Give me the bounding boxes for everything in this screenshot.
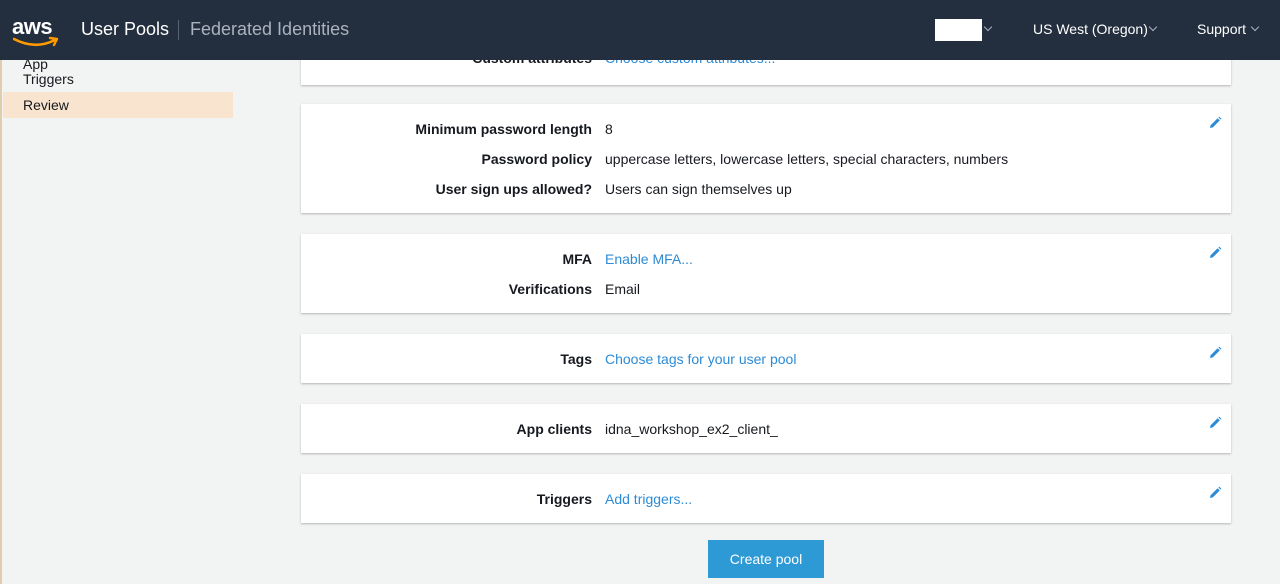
policies-card: Minimum password length 8 Password polic… — [301, 104, 1231, 213]
app-clients-row: App clients idna_workshop_ex2_client_ — [301, 421, 1231, 441]
pencil-edit-icon[interactable] — [1208, 116, 1222, 130]
app-clients-card: App clients idna_workshop_ex2_client_ — [301, 404, 1231, 453]
policy-value: uppercase letters, lowercase letters, sp… — [605, 151, 1009, 167]
chevron-down-icon — [1250, 22, 1260, 32]
create-pool-button[interactable]: Create pool — [708, 540, 824, 578]
tags-row: Tags Choose tags for your user pool — [301, 351, 1231, 371]
sidebar-item-label: Triggers — [23, 71, 74, 87]
policy-row: Password policy uppercase letters, lower… — [301, 151, 1231, 171]
policy-value: 8 — [605, 121, 613, 137]
nav-user-pools[interactable]: User Pools — [81, 19, 169, 40]
pencil-edit-icon[interactable] — [1208, 486, 1222, 500]
add-triggers-link[interactable]: Add triggers... — [605, 491, 692, 507]
verifications-row: Verifications Email — [301, 281, 1231, 301]
account-menu[interactable] — [935, 19, 982, 41]
triggers-card: Triggers Add triggers... — [301, 474, 1231, 523]
policy-label: User sign ups allowed? — [435, 181, 592, 197]
sidebar-item-label: Review — [23, 97, 69, 113]
verifications-label: Verifications — [508, 281, 592, 297]
support-menu[interactable]: Support — [1197, 21, 1246, 37]
enable-mfa-link[interactable]: Enable MFA... — [605, 251, 693, 267]
top-nav: aws User Pools Federated Identities US W… — [0, 0, 1280, 60]
mfa-card: MFA Enable MFA... Verifications Email — [301, 234, 1231, 313]
app-clients-label: App clients — [516, 421, 592, 437]
triggers-row: Triggers Add triggers... — [301, 491, 1231, 511]
pencil-edit-icon[interactable] — [1208, 346, 1222, 360]
policy-row: Minimum password length 8 — [301, 121, 1231, 141]
policy-value: Users can sign themselves up — [605, 181, 792, 197]
aws-logo[interactable]: aws — [12, 14, 62, 48]
policy-row: User sign ups allowed? Users can sign th… — [301, 181, 1231, 201]
chevron-down-icon — [1148, 22, 1158, 32]
sidebar-item-review[interactable]: Review — [3, 92, 233, 118]
tags-label: Tags — [560, 351, 592, 367]
region-selector[interactable]: US West (Oregon) — [1033, 21, 1148, 37]
policy-label: Minimum password length — [415, 121, 592, 137]
pencil-edit-icon[interactable] — [1208, 416, 1222, 430]
verifications-value: Email — [605, 281, 641, 297]
app-clients-value: idna_workshop_ex2_client_ — [605, 421, 778, 437]
mfa-row: MFA Enable MFA... — [301, 251, 1231, 271]
sidebar — [0, 60, 240, 584]
aws-smile-icon — [13, 36, 59, 47]
sidebar-item-triggers[interactable]: Triggers — [3, 66, 233, 92]
policy-label: Password policy — [481, 151, 592, 167]
nav-divider — [178, 20, 179, 40]
tags-card: Tags Choose tags for your user pool — [301, 334, 1231, 383]
triggers-label: Triggers — [536, 491, 592, 507]
choose-tags-link[interactable]: Choose tags for your user pool — [605, 351, 796, 367]
chevron-down-icon — [983, 22, 993, 32]
nav-federated-identities[interactable]: Federated Identities — [190, 19, 349, 40]
mfa-label: MFA — [562, 251, 592, 267]
pencil-edit-icon[interactable] — [1208, 246, 1222, 260]
